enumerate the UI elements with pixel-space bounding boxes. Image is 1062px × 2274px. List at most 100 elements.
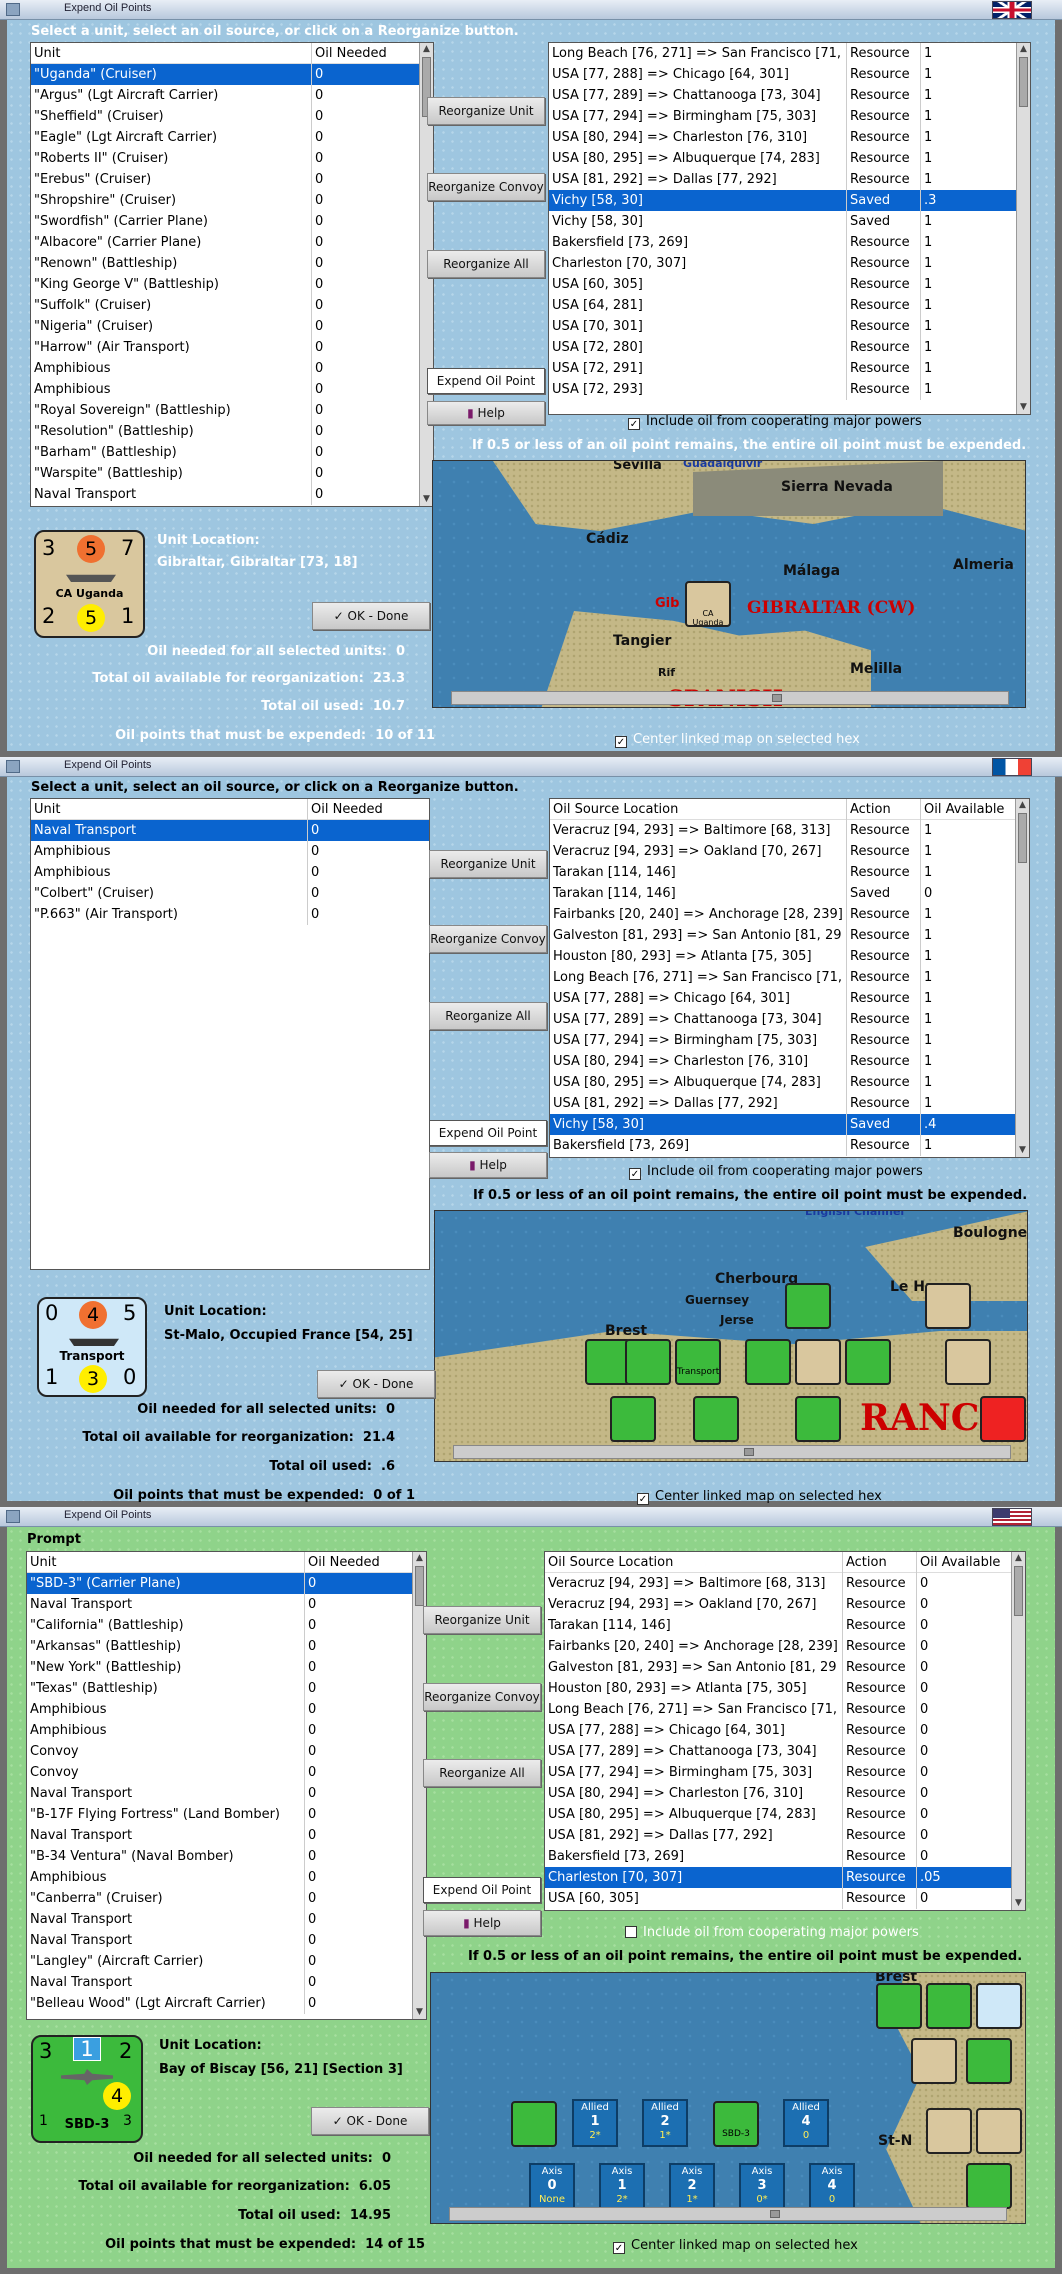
table-row[interactable]: USA [80, 295] => Albuquerque [74, 283] Re…: [545, 1804, 1025, 1825]
expend-oil-point-button[interactable]: Expend Oil Point: [423, 1877, 541, 1903]
map-unit-stack[interactable]: [625, 1339, 671, 1385]
table-row[interactable]: "New York" (Battleship) 0: [27, 1657, 426, 1678]
map-hscroll[interactable]: [453, 1445, 1011, 1459]
help-button[interactable]: ▮ Help: [427, 401, 545, 425]
table-row[interactable]: USA [60, 305] Resource 0: [545, 1888, 1025, 1909]
table-row[interactable]: Tarakan [114, 146] Resource 1: [550, 862, 1029, 883]
table-row[interactable]: USA [70, 301] Resource 1: [549, 316, 1030, 337]
table-row[interactable]: Naval Transport 0: [27, 1783, 426, 1804]
table-row[interactable]: Amphibious 0: [31, 358, 433, 379]
table-row[interactable]: USA [77, 288] => Chicago [64, 301] Resour…: [549, 64, 1030, 85]
table-row[interactable]: "Suffolk" (Cruiser) 0: [31, 295, 433, 316]
map-unit-stack[interactable]: [945, 1339, 991, 1385]
table-row[interactable]: Galveston [81, 293] => San Antonio [81, …: [550, 925, 1029, 946]
expend-oil-point-button[interactable]: Expend Oil Point: [429, 1120, 547, 1146]
linked-map[interactable]: English Channel Boulogne Cherbourg Le Ha…: [434, 1210, 1028, 1462]
map-unit-stack[interactable]: [926, 1983, 972, 2029]
table-row[interactable]: USA [77, 294] => Birmingham [75, 303] Res…: [545, 1762, 1025, 1783]
oil-source-list[interactable]: Oil Source Location Action Oil Available…: [544, 1551, 1026, 1911]
reorganize-convoy-button[interactable]: Reorganize Convoy: [429, 925, 547, 953]
allied-box-4[interactable]: Allied 4 0: [783, 2099, 829, 2147]
table-row[interactable]: USA [77, 288] => Chicago [64, 301] Resour…: [545, 1720, 1025, 1741]
table-row[interactable]: "P.663" (Air Transport) 0: [31, 904, 429, 925]
table-row[interactable]: "Resolution" (Battleship) 0: [31, 421, 433, 442]
table-row[interactable]: Bakersfield [73, 269] Resource 1: [550, 1135, 1029, 1156]
table-row[interactable]: "Argus" (Lgt Aircraft Carrier) 0: [31, 85, 433, 106]
table-row[interactable]: Galveston [81, 293] => San Antonio [81, …: [545, 1657, 1025, 1678]
col-unit-header[interactable]: Unit: [31, 43, 312, 64]
allied-box-2[interactable]: Allied 2 1*: [642, 2099, 688, 2147]
table-row[interactable]: "King George V" (Battleship) 0: [31, 274, 433, 295]
table-row[interactable]: Convoy 0: [27, 1741, 426, 1762]
reorganize-unit-button[interactable]: Reorganize Unit: [429, 850, 547, 878]
table-row[interactable]: Vichy [58, 30] Saved 1: [549, 211, 1030, 232]
axis-box-3[interactable]: Axis 3 0*: [739, 2163, 785, 2211]
table-row[interactable]: Bakersfield [73, 269] Resource 1: [549, 232, 1030, 253]
map-unit-transport[interactable]: Transport: [675, 1339, 721, 1385]
reorganize-unit-button[interactable]: Reorganize Unit: [427, 97, 545, 125]
map-unit-stack[interactable]: [926, 2108, 972, 2154]
linked-map[interactable]: Brest St-N SBD-3 Allied 1 2* Allied 2 1* All…: [430, 1972, 1026, 2224]
oil-list-scrollbar[interactable]: ▲ ▼: [1016, 43, 1030, 414]
axis-box-4[interactable]: Axis 4 0: [809, 2163, 855, 2211]
table-row[interactable]: "Swordfish" (Carrier Plane) 0: [31, 211, 433, 232]
linked-map[interactable]: Sevilla Guadalquivir Sierra Nevada Cádiz…: [432, 460, 1026, 708]
unit-list[interactable]: Unit Oil Needed Naval Transport 0 Amphibio…: [30, 798, 430, 1270]
table-row[interactable]: "B-34 Ventura" (Naval Bomber) 0: [27, 1846, 426, 1867]
table-row[interactable]: Convoy 0: [27, 1762, 426, 1783]
table-row[interactable]: USA [80, 295] => Albuquerque [74, 283] Re…: [550, 1072, 1029, 1093]
col-action-header[interactable]: Action: [843, 1552, 917, 1573]
col-oil-available-header[interactable]: Oil Available: [921, 799, 1016, 820]
table-row[interactable]: Naval Transport 0: [27, 1909, 426, 1930]
title-bar[interactable]: Expend Oil Points: [0, 757, 1062, 777]
table-row[interactable]: USA [60, 305] Resource 1: [549, 274, 1030, 295]
table-row[interactable]: USA [72, 293] Resource 1: [549, 379, 1030, 400]
col-action-header[interactable]: Action: [847, 799, 921, 820]
axis-box-0[interactable]: Axis 0 None: [529, 2163, 575, 2211]
table-row[interactable]: Tarakan [114, 146] Saved 0: [550, 883, 1029, 904]
table-row[interactable]: "Belleau Wood" (Lgt Aircraft Carrier) 0: [27, 1993, 426, 2014]
table-row[interactable]: "Warspite" (Battleship) 0: [31, 463, 433, 484]
table-row[interactable]: Veracruz [94, 293] => Baltimore [68, 313…: [550, 820, 1029, 841]
table-row[interactable]: Long Beach [76, 271] => San Francisco [7…: [545, 1699, 1025, 1720]
table-row[interactable]: USA [81, 292] => Dallas [77, 292] Resourc…: [550, 1093, 1029, 1114]
table-row[interactable]: "Colbert" (Cruiser) 0: [31, 883, 429, 904]
table-row[interactable]: USA [81, 292] => Dallas [77, 292] Resourc…: [549, 169, 1030, 190]
table-row[interactable]: "Royal Sovereign" (Battleship) 0: [31, 400, 433, 421]
table-row[interactable]: "SBD-3" (Carrier Plane) 0: [27, 1573, 426, 1594]
oil-list-scrollbar[interactable]: ▲ ▼: [1015, 799, 1029, 1157]
table-row[interactable]: "Renown" (Battleship) 0: [31, 253, 433, 274]
col-location-header[interactable]: Oil Source Location: [550, 799, 847, 820]
center-map-checkbox[interactable]: ✓ Center linked map on selected hex: [615, 732, 860, 748]
table-row[interactable]: Naval Transport 0: [31, 820, 429, 841]
title-bar[interactable]: Expend Oil Points: [0, 1507, 1062, 1527]
table-row[interactable]: "Canberra" (Cruiser) 0: [27, 1888, 426, 1909]
map-unit-stack[interactable]: [785, 1283, 831, 1329]
axis-box-1[interactable]: Axis 1 2*: [599, 2163, 645, 2211]
table-row[interactable]: Fairbanks [20, 240] => Anchorage [28, 23…: [550, 904, 1029, 925]
table-row[interactable]: "Nigeria" (Cruiser) 0: [31, 316, 433, 337]
map-unit-stack[interactable]: [845, 1339, 891, 1385]
center-map-checkbox[interactable]: ✓ Center linked map on selected hex: [613, 2238, 858, 2254]
table-row[interactable]: Veracruz [94, 293] => Oakland [70, 267] R…: [550, 841, 1029, 862]
table-row[interactable]: USA [77, 294] => Birmingham [75, 303] Res…: [549, 106, 1030, 127]
table-row[interactable]: "Harrow" (Air Transport) 0: [31, 337, 433, 358]
table-row[interactable]: Naval Transport 0: [27, 1972, 426, 1993]
table-row[interactable]: Naval Transport 0: [27, 1825, 426, 1846]
allied-box-1[interactable]: Allied 1 2*: [572, 2099, 618, 2147]
reorganize-all-button[interactable]: Reorganize All: [427, 250, 545, 278]
table-row[interactable]: USA [77, 289] => Chattanooga [73, 304] Re…: [549, 85, 1030, 106]
unit-list[interactable]: Unit Oil Needed "Uganda" (Cruiser) 0 "Argu…: [30, 42, 434, 507]
ok-done-button[interactable]: ✓ OK - Done: [312, 602, 430, 630]
map-unit-stack[interactable]: [976, 1983, 1022, 2029]
oil-source-list[interactable]: Oil Source Location Action Oil Available…: [549, 798, 1030, 1158]
table-row[interactable]: Amphibious 0: [27, 1720, 426, 1741]
table-row[interactable]: Houston [80, 293] => Atlanta [75, 305] Re…: [545, 1678, 1025, 1699]
map-unit-stack[interactable]: [876, 1983, 922, 2029]
help-button[interactable]: ▮ Help: [429, 1152, 547, 1178]
table-row[interactable]: Charleston [70, 307] Resource 1: [549, 253, 1030, 274]
map-unit-stack[interactable]: [925, 1283, 971, 1329]
map-unit-stack[interactable]: [911, 2038, 957, 2084]
table-row[interactable]: Veracruz [94, 293] => Oakland [70, 267] R…: [545, 1594, 1025, 1615]
table-row[interactable]: USA [80, 295] => Albuquerque [74, 283] Re…: [549, 148, 1030, 169]
